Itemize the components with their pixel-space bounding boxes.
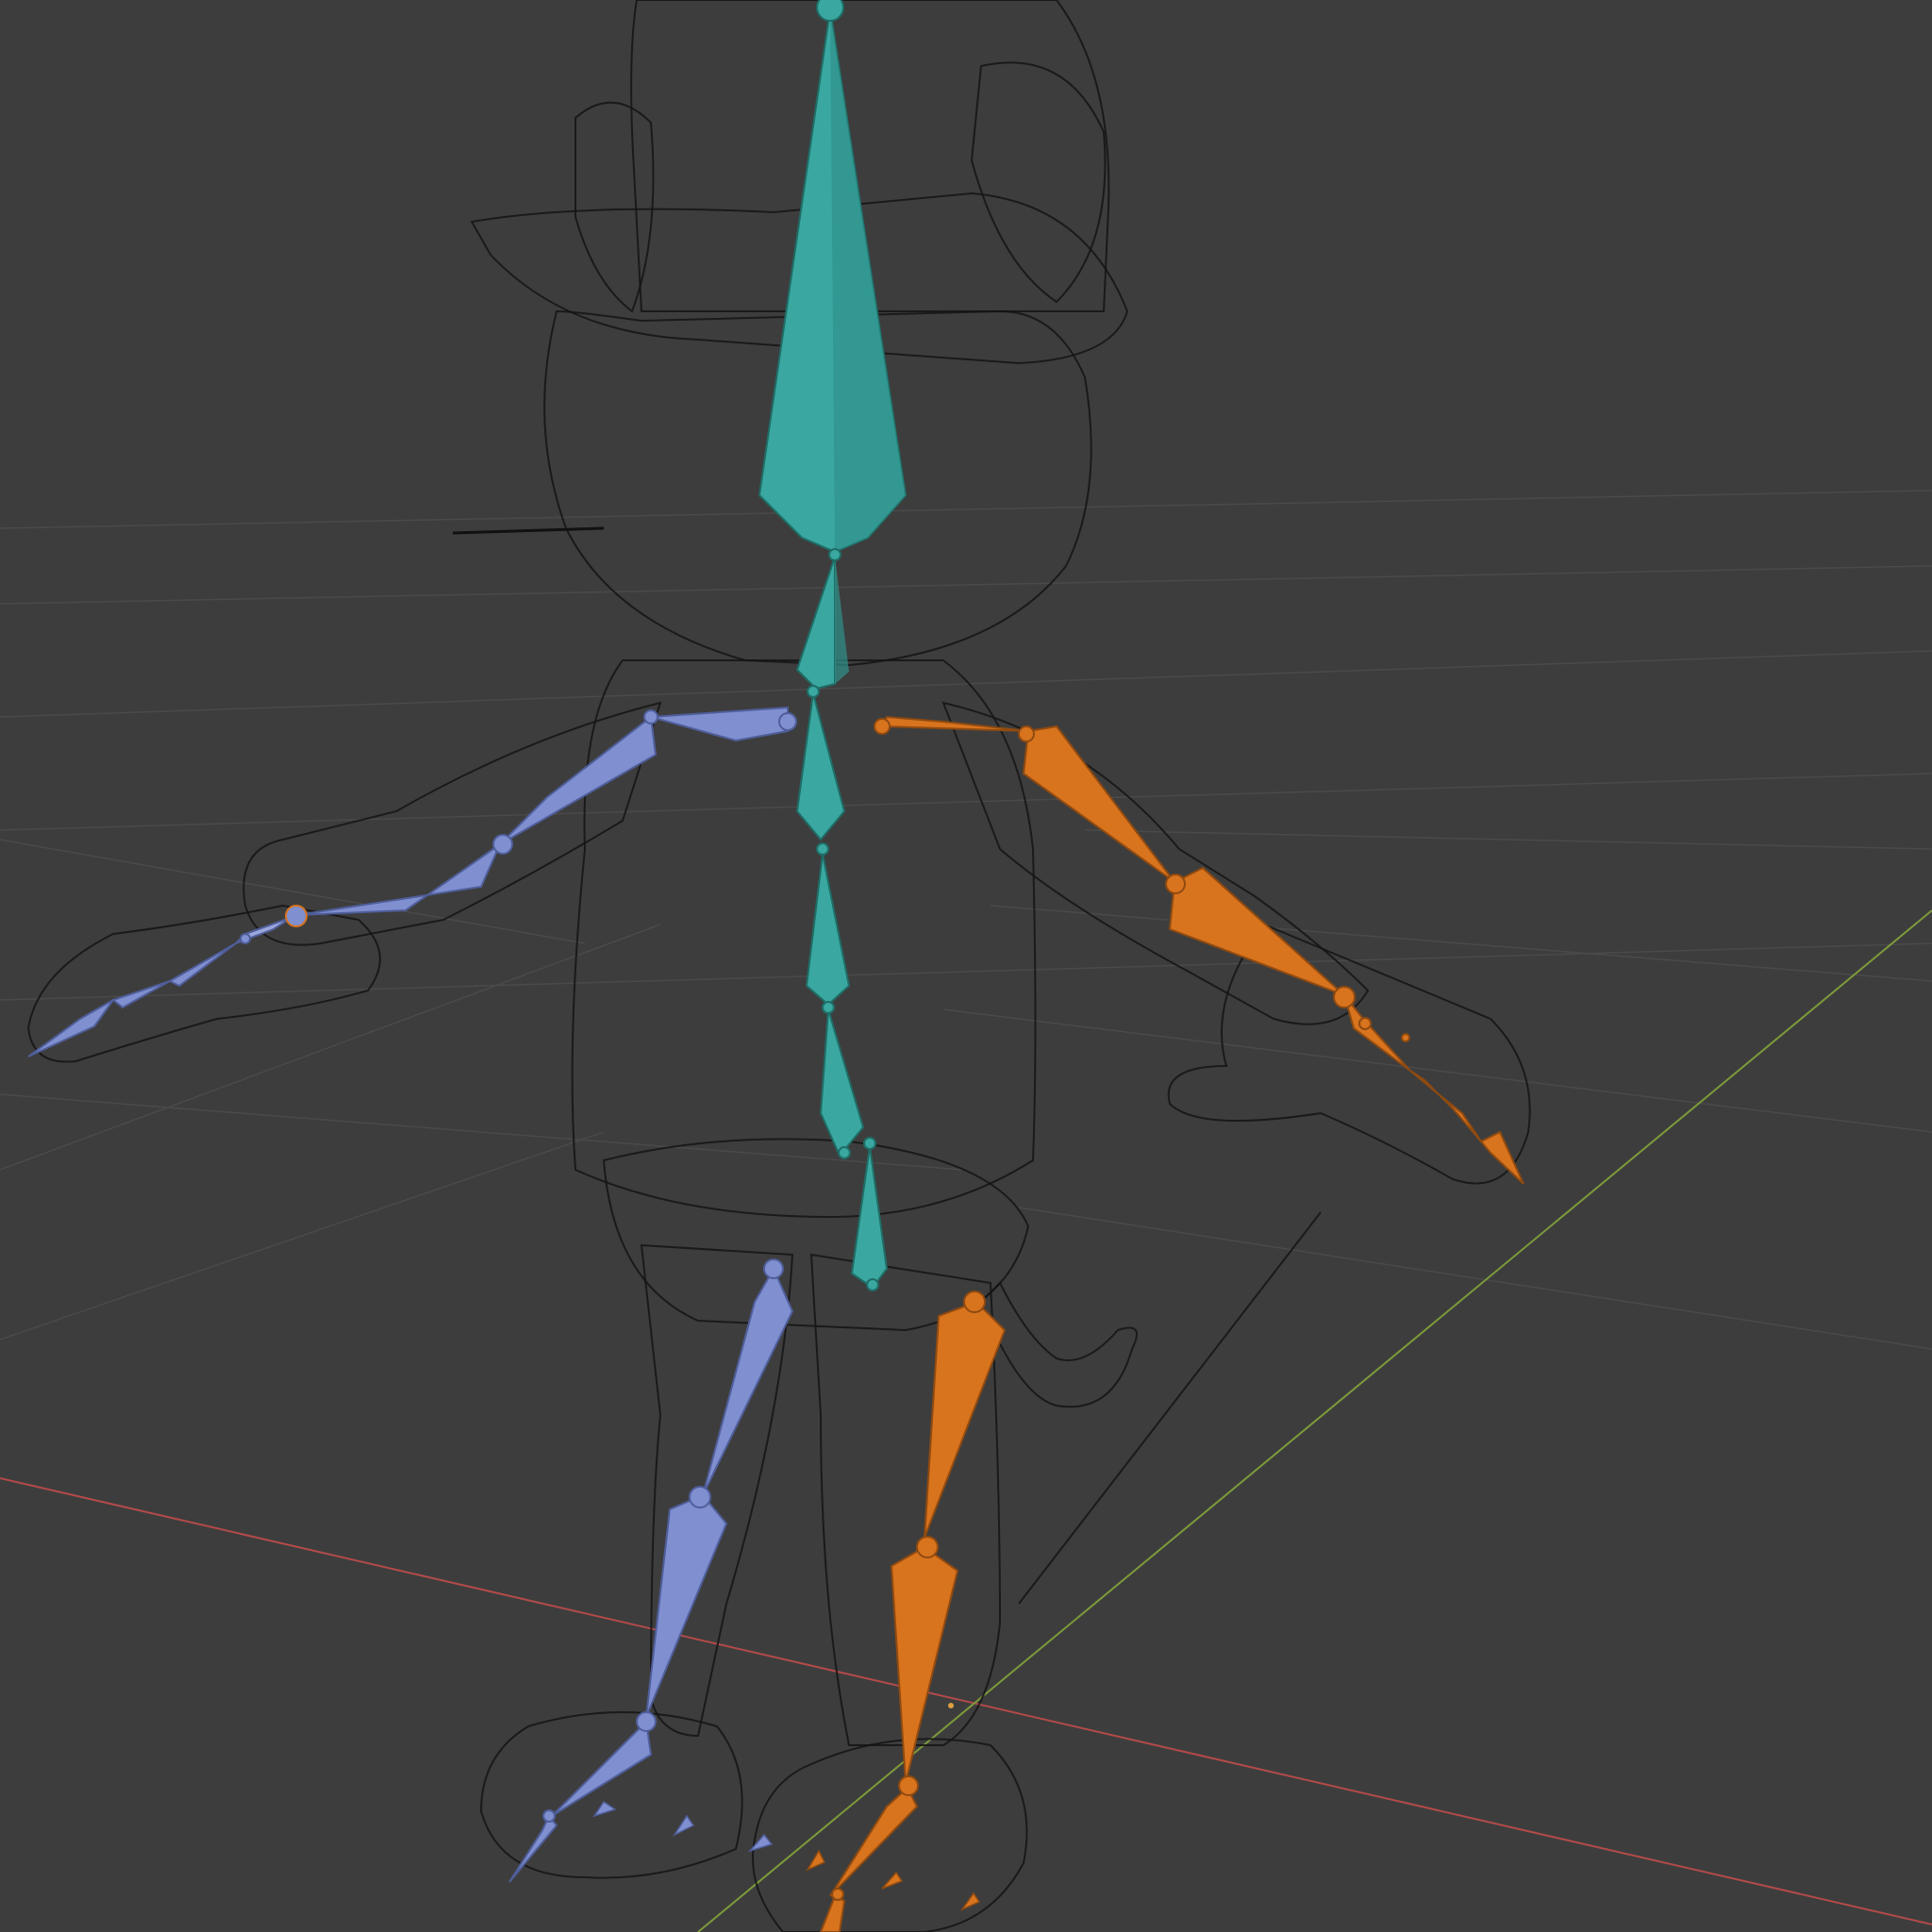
joint-shoulder-right[interactable] [1018, 725, 1035, 742]
joint-elbow-left[interactable] [492, 834, 513, 855]
joint-pelvis-top[interactable] [863, 1137, 876, 1150]
joint-ankle-right[interactable] [898, 1775, 919, 1796]
joint-spine-1[interactable] [822, 1001, 835, 1014]
3d-viewport[interactable] [0, 0, 1932, 1932]
joint-hip-left[interactable] [763, 1258, 784, 1279]
joint-wrist-left[interactable] [285, 905, 308, 927]
joint-hand-left[interactable] [240, 933, 251, 944]
joint-neck[interactable] [828, 548, 841, 561]
joint-ball-right[interactable] [831, 1888, 844, 1901]
joint-hip-right[interactable] [963, 1291, 986, 1313]
joint-finger-right[interactable] [1401, 1033, 1410, 1042]
joint-hips[interactable] [838, 1146, 851, 1159]
joint-shoulder-left[interactable] [778, 712, 797, 731]
joint-pelvis-tail[interactable] [866, 1278, 879, 1291]
joint-wrist-right[interactable] [1333, 986, 1356, 1008]
joint-ankle-left[interactable] [636, 1711, 657, 1732]
viewport-background [0, 0, 1932, 1932]
joint-knee-left[interactable] [689, 1486, 711, 1508]
joint-head-tip[interactable] [816, 0, 844, 22]
joint-clavicle-left[interactable] [643, 709, 658, 724]
joint-spine-2[interactable] [816, 842, 829, 856]
joint-ball-left[interactable] [542, 1809, 556, 1823]
object-origin-icon [948, 1703, 954, 1708]
joint-elbow-right[interactable] [1165, 874, 1186, 894]
joint-clavicle-right[interactable] [874, 718, 891, 735]
joint-hand-right[interactable] [1358, 1017, 1372, 1030]
joint-knee-right[interactable] [916, 1536, 939, 1558]
joint-chest[interactable] [807, 685, 820, 698]
